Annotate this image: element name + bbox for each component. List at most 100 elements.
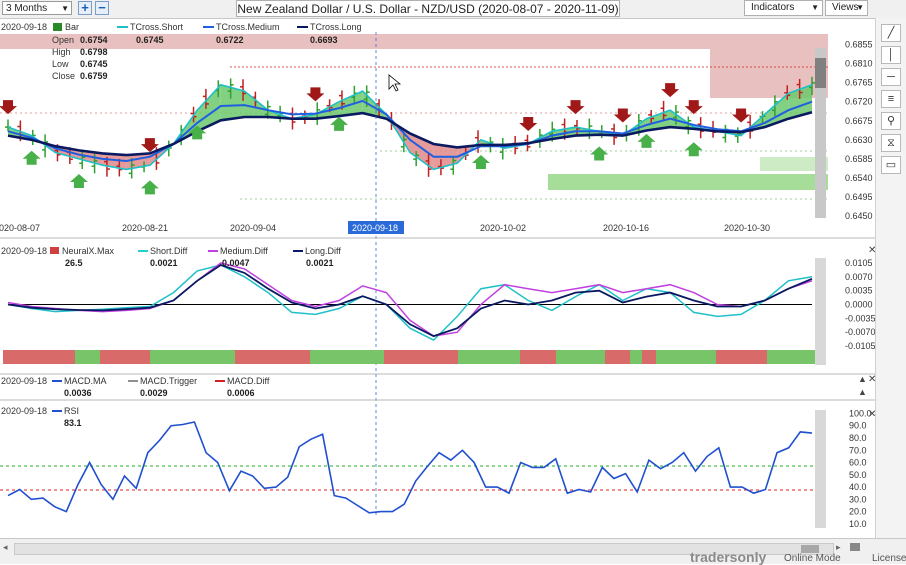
regime-strip-segment (310, 350, 384, 364)
y-tick-label: 80.0 (849, 433, 867, 443)
x-tick: 2020-10-02 (480, 223, 526, 233)
macd-diff-value: 0.0006 (227, 388, 255, 398)
text-note-icon[interactable]: ▭ (881, 156, 901, 174)
buy-arrow-icon (22, 150, 41, 165)
macd-date: 2020-09-18 (1, 376, 47, 386)
y-tick-label: 30.0 (849, 494, 867, 504)
chevron-down-icon: ▼ (61, 4, 69, 13)
buy-arrow-icon (684, 142, 703, 157)
regime-strip-segment (630, 350, 642, 364)
chart-area[interactable]: 2020-09-18 Bar Open 0.6754 High 0.6798 L… (0, 18, 875, 538)
chevron-down-icon: ▼ (811, 3, 819, 12)
sell-arrow-icon (661, 83, 680, 98)
zoom-out-button[interactable]: − (95, 1, 109, 15)
license-status: Licensed (872, 553, 906, 564)
macd-diff-label: MACD.Diff (227, 376, 270, 386)
short-diff-line (7, 264, 813, 342)
close-panel-icon[interactable]: ✕ (868, 245, 875, 256)
sell-arrow-icon (613, 108, 632, 123)
time-scrollbar-thumb[interactable] (801, 545, 819, 553)
macd-ma-label: MACD.MA (64, 376, 107, 386)
status-bar: ◂ ▸ tradersonly Online Mode Licensed (0, 538, 906, 565)
line-tool-icon[interactable]: ╱ (881, 24, 901, 42)
chart-title: New Zealand Dollar / U.S. Dollar - NZD/U… (236, 0, 620, 17)
vertical-line-icon[interactable]: │ (881, 46, 901, 64)
scroll-end-icon[interactable] (850, 543, 860, 551)
neural-date: 2020-09-18 (1, 246, 47, 256)
regime-strip-segment (100, 350, 150, 364)
sell-arrow-icon (0, 100, 17, 115)
y-tick-label: 0.6855 (845, 40, 873, 50)
tcross-short-value: 0.6745 (136, 35, 164, 45)
cloud-up-segment (244, 91, 269, 117)
regime-strip-segment (716, 350, 767, 364)
views-dropdown[interactable]: Views ▼ (825, 0, 868, 16)
buy-arrow-icon (69, 174, 88, 189)
price-y-axis: 0.6855 0.6810 0.6765 0.6720 0.6675 0.6630 0.65… (845, 40, 873, 221)
regime-strip-segment (3, 350, 75, 364)
neural-y-axis: 0.0105 0.0070 0.0035 0.0000 -0.0035 -0.0070 -0… (845, 258, 875, 351)
long-diff-line (7, 264, 813, 338)
high-value: 0.6798 (80, 47, 108, 57)
y-tick-label: 40.0 (849, 482, 867, 492)
sell-arrow-icon (732, 108, 751, 123)
chart-toolbar: 3 Months ▼ + − New Zealand Dollar / U.S. … (0, 0, 906, 19)
neural-scrollbar[interactable] (815, 258, 826, 365)
close-panel-icon[interactable]: ✕ (868, 374, 875, 385)
bar-label: Bar (65, 22, 79, 32)
tcross-long-value: 0.6693 (310, 35, 338, 45)
online-mode: Online Mode (784, 553, 841, 564)
y-tick-label: 0.6765 (845, 78, 873, 88)
rsi-line (7, 421, 813, 514)
mouse-cursor-icon (388, 74, 402, 92)
sell-arrow-icon (684, 100, 703, 115)
short-diff-label: Short.Diff (150, 246, 188, 256)
bar-icon (53, 23, 62, 31)
scroll-right-icon[interactable]: ▸ (836, 542, 841, 553)
views-label: Views (832, 2, 859, 13)
macd-trigger-value: 0.0029 (140, 388, 168, 398)
y-tick-label: 60.0 (849, 458, 867, 468)
close-value: 0.6759 (80, 71, 108, 81)
tcross-long-label: TCross.Long (310, 22, 362, 32)
y-tick-label: 0.0105 (845, 258, 873, 268)
y-tick-label: 70.0 (849, 445, 867, 455)
rsi-plot (7, 421, 813, 514)
regime-strip-segment (656, 350, 716, 364)
scroll-left-icon[interactable]: ◂ (3, 542, 8, 553)
regime-strip-segment (458, 350, 520, 364)
trend-channel-icon[interactable]: ≡ (881, 90, 901, 108)
low-label: Low (52, 59, 69, 69)
period-select[interactable]: 3 Months ▼ (2, 1, 72, 15)
rsi-label: RSI (64, 406, 79, 416)
collapse-panel-icon[interactable]: ▲ (858, 374, 867, 384)
regime-strip-segment (767, 350, 815, 364)
y-tick-label: 0.6720 (845, 97, 873, 107)
close-label: Close (52, 71, 75, 81)
regime-strip-segment (150, 350, 235, 364)
short-diff-value: 0.0021 (150, 258, 178, 268)
tcross-medium-label: TCross.Medium (216, 22, 280, 32)
medium-diff-value: 0.0047 (222, 258, 250, 268)
macd-ma-value: 0.0036 (64, 388, 92, 398)
rsi-scrollbar[interactable] (815, 410, 826, 528)
horizontal-line-icon[interactable]: ─ (881, 68, 901, 86)
y-tick-label: 0.6540 (845, 173, 873, 183)
measure-icon[interactable]: ⧖ (881, 134, 901, 152)
price-scrollbar-thumb[interactable] (815, 58, 826, 88)
collapse-panel-icon[interactable]: ▲ (858, 387, 867, 397)
x-tick: 2020-08-07 (0, 223, 40, 233)
tcross-medium-value: 0.6722 (216, 35, 244, 45)
y-tick-label: 0.0070 (845, 272, 873, 282)
low-value: 0.6745 (80, 59, 108, 69)
zoom-in-button[interactable]: + (78, 1, 92, 15)
rsi-date: 2020-09-18 (1, 406, 47, 416)
y-tick-label: 10.0 (849, 519, 867, 529)
x-tick: 2020-09-04 (230, 223, 276, 233)
price-legend: 2020-09-18 Bar Open 0.6754 High 0.6798 L… (1, 22, 362, 81)
resistance-zone-top (0, 34, 828, 49)
fibonacci-icon[interactable]: ⚲ (881, 112, 901, 130)
indicators-dropdown[interactable]: Indicators ▼ (744, 0, 823, 16)
neurax-label: NeuralX.Max (62, 246, 115, 256)
y-tick-label: 0.0000 (845, 300, 873, 310)
